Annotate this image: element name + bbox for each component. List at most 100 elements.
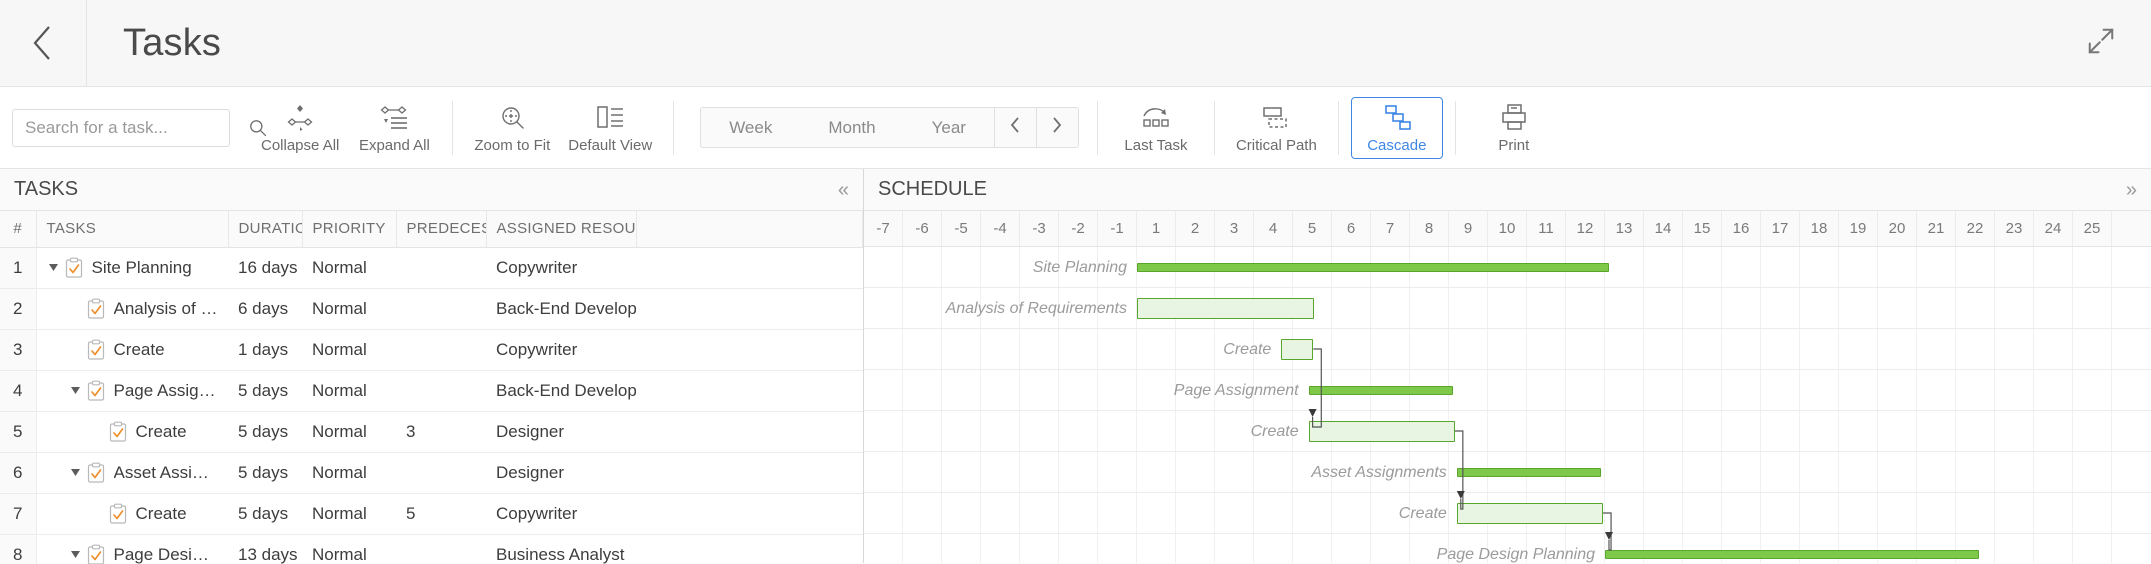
- gantt-bar[interactable]: [1308, 386, 1453, 395]
- gantt-bar[interactable]: [1605, 550, 1980, 559]
- task-checklist-icon: [86, 380, 106, 402]
- zoom-next-button[interactable]: [1035, 108, 1078, 147]
- row-assigned-resource[interactable]: Copywriter: [486, 329, 636, 371]
- row-priority[interactable]: Normal: [302, 411, 396, 453]
- row-predecessors[interactable]: [396, 329, 486, 371]
- column-header-duration[interactable]: DURATION: [228, 211, 303, 248]
- search-box[interactable]: [12, 108, 267, 147]
- row-priority[interactable]: Normal: [302, 247, 396, 289]
- zoom-to-fit-button[interactable]: Zoom to Fit: [465, 97, 559, 159]
- column-header-predecessors[interactable]: PREDECESSORS: [396, 211, 487, 248]
- row-assigned-resource[interactable]: Back-End Developer: [486, 288, 636, 330]
- toolbar: Collapse All Expand All: [0, 87, 2151, 169]
- table-row[interactable]: 1 Site Planning 16 days Normal Copywriter: [0, 247, 863, 289]
- gantt-row: [864, 370, 2151, 411]
- chevron-double-left-icon[interactable]: «: [838, 180, 849, 200]
- expand-button[interactable]: [2081, 23, 2121, 63]
- cascade-button[interactable]: Cascade: [1350, 96, 1443, 159]
- row-assigned-resource[interactable]: Copywriter: [486, 247, 636, 289]
- row-priority[interactable]: Normal: [302, 288, 396, 330]
- timeline-tick: 15: [1683, 211, 1722, 246]
- row-priority[interactable]: Normal: [302, 493, 396, 535]
- row-duration[interactable]: 5 days: [228, 493, 302, 535]
- gantt-bar[interactable]: [1456, 503, 1604, 524]
- search-input[interactable]: [23, 116, 248, 139]
- task-label: Analysis of Requiremen…: [113, 298, 219, 318]
- expand-all-button[interactable]: Expand All: [348, 97, 440, 159]
- row-assigned-resource[interactable]: Business Analyst: [486, 534, 636, 564]
- table-row[interactable]: 4 Page Assignment 5 daysNormal Back-End D…: [0, 370, 863, 412]
- table-row[interactable]: 5 Create 5 days Normal 3 Designer: [0, 411, 863, 453]
- table-row[interactable]: 6 Asset Assignments 5 daysNormal Designer: [0, 452, 863, 494]
- row-assigned-resource[interactable]: Copywriter: [486, 493, 636, 535]
- zoom-year[interactable]: Year: [904, 108, 994, 147]
- row-task-name[interactable]: Create: [36, 329, 228, 371]
- row-predecessors[interactable]: [396, 534, 486, 564]
- table-row[interactable]: 3 Create 1 days Normal Copywriter: [0, 329, 863, 371]
- title-bar: Tasks: [0, 0, 2151, 87]
- table-row[interactable]: 7 Create 5 days Normal 5 Copywriter: [0, 493, 863, 535]
- row-task-name[interactable]: Site Planning: [36, 247, 228, 289]
- row-priority[interactable]: Normal: [302, 370, 396, 412]
- default-view-button[interactable]: Default View: [559, 97, 661, 159]
- cascade-icon: [1382, 102, 1412, 132]
- row-predecessors[interactable]: [396, 370, 486, 412]
- row-duration[interactable]: 6 days: [228, 288, 302, 330]
- row-expand-toggle[interactable]: [69, 550, 82, 559]
- collapse-all-button[interactable]: Collapse All: [252, 97, 348, 159]
- critical-path-button[interactable]: Critical Path: [1227, 97, 1326, 159]
- gantt-bar[interactable]: [1308, 421, 1455, 442]
- row-task-name[interactable]: Analysis of Requiremen…: [36, 288, 228, 330]
- row-duration[interactable]: 1 days: [228, 329, 302, 371]
- timeline-tick: -2: [1059, 211, 1098, 246]
- zoom-week[interactable]: Week: [701, 108, 800, 147]
- row-priority[interactable]: Normal: [302, 534, 396, 564]
- row-assigned-resource[interactable]: Designer: [486, 452, 636, 494]
- column-header-priority[interactable]: PRIORITY: [302, 211, 397, 248]
- row-priority[interactable]: Normal: [302, 329, 396, 371]
- row-predecessors[interactable]: [396, 452, 486, 494]
- row-priority[interactable]: Normal: [302, 452, 396, 494]
- table-row[interactable]: 8 Page Design Planning 13 daysNormal Busi…: [0, 534, 863, 564]
- column-header-assigned-resources[interactable]: ASSIGNED RESOUR...: [486, 211, 637, 248]
- row-duration[interactable]: 16 days: [228, 247, 302, 289]
- row-predecessors[interactable]: [396, 247, 486, 289]
- row-expand-toggle[interactable]: [69, 468, 82, 477]
- row-expand-toggle[interactable]: [69, 386, 82, 395]
- row-predecessors[interactable]: [396, 288, 486, 330]
- row-task-name[interactable]: Create: [36, 493, 228, 535]
- row-task-name[interactable]: Asset Assignments: [36, 452, 228, 494]
- zoom-to-fit-label: Zoom to Fit: [474, 136, 551, 154]
- gantt-bar[interactable]: [1137, 298, 1315, 319]
- chevron-double-right-icon[interactable]: »: [2126, 180, 2137, 200]
- column-header-tasks[interactable]: TASKS: [36, 211, 229, 248]
- row-task-name[interactable]: Create: [36, 411, 228, 453]
- column-header-number[interactable]: #: [0, 211, 37, 248]
- timeline-tick: 14: [1644, 211, 1683, 246]
- gantt-app: Tasks Search for a task... Collapse All …: [0, 0, 2151, 564]
- row-predecessors[interactable]: 3: [396, 411, 486, 453]
- row-assigned-resource[interactable]: Back-End Developer: [486, 370, 636, 412]
- toolbar-divider-4: [1213, 100, 1215, 155]
- table-row[interactable]: 2 Analysis of Requiremen… 6 daysNormal Ba…: [0, 288, 863, 330]
- print-label: Print: [1498, 136, 1530, 154]
- gantt-bar[interactable]: [1137, 263, 1609, 272]
- gantt-bar[interactable]: [1456, 468, 1602, 477]
- row-duration[interactable]: 13 days: [228, 534, 302, 564]
- column-header-spacer[interactable]: [636, 211, 863, 248]
- zoom-month[interactable]: Month: [800, 108, 903, 147]
- task-label: Page Design Planning: [113, 544, 219, 564]
- back-button[interactable]: [0, 0, 87, 87]
- row-duration[interactable]: 5 days: [228, 452, 302, 494]
- row-duration[interactable]: 5 days: [228, 370, 302, 412]
- row-duration[interactable]: 5 days: [228, 411, 302, 453]
- row-task-name[interactable]: Page Design Planning: [36, 534, 228, 564]
- print-button[interactable]: Print: [1468, 97, 1560, 159]
- row-expand-toggle[interactable]: [47, 263, 60, 272]
- zoom-prev-button[interactable]: [993, 108, 1036, 147]
- gantt-bar[interactable]: [1281, 339, 1314, 360]
- last-task-button[interactable]: Last Task: [1110, 97, 1202, 159]
- row-assigned-resource[interactable]: Designer: [486, 411, 636, 453]
- row-task-name[interactable]: Page Assignment: [36, 370, 228, 412]
- row-predecessors[interactable]: 5: [396, 493, 486, 535]
